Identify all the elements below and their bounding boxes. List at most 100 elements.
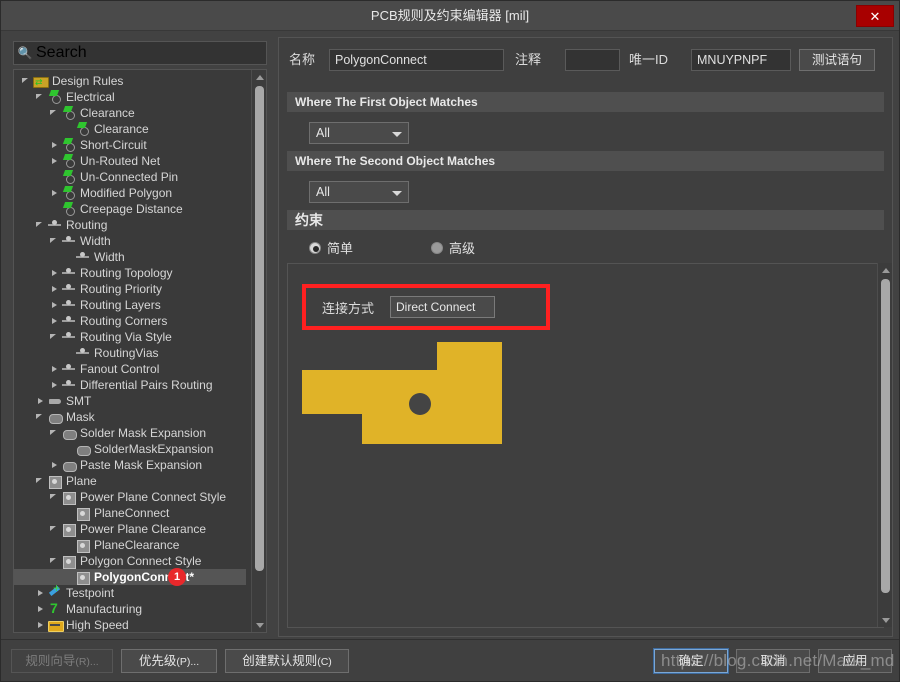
twisty-expanded-icon[interactable] [48, 521, 61, 537]
tree-item-smt[interactable]: SMT [14, 393, 246, 409]
twisty-expanded-icon[interactable] [48, 553, 61, 569]
close-icon[interactable]: ✕ [856, 5, 894, 27]
radio-simple[interactable]: 简单 [309, 238, 353, 257]
tree-item-creepage-distance[interactable]: Creepage Distance [14, 201, 246, 217]
connect-style-select[interactable]: Direct Connect [390, 296, 496, 318]
tree-item-electrical[interactable]: Electrical [14, 89, 246, 105]
scroll-down-icon[interactable] [252, 618, 266, 632]
radio-advanced[interactable]: 高级 [431, 238, 475, 257]
tree-item-design-rules[interactable]: Design Rules [14, 73, 246, 89]
twisty-expanded-icon[interactable] [48, 105, 61, 121]
twisty-collapsed-icon[interactable] [34, 617, 47, 632]
tree-item-polygon-connect-style[interactable]: Polygon Connect Style [14, 553, 246, 569]
apply-button[interactable]: 应用 [818, 649, 892, 673]
tree-item-label: Routing [66, 218, 108, 232]
tree-item-routing-corners[interactable]: Routing Corners [14, 313, 246, 329]
twisty-expanded-icon[interactable] [20, 73, 33, 89]
tree-item-polygonconnect[interactable]: PolygonConnect* 1 [14, 568, 246, 586]
routing-icon [75, 346, 91, 360]
tree-item-label: SolderMaskExpansion [94, 442, 214, 456]
tree-item-un-routed-net[interactable]: Un-Routed Net [14, 153, 246, 169]
twisty-collapsed-icon[interactable] [48, 265, 61, 281]
name-field[interactable]: PolygonConnect [329, 49, 504, 71]
create-default-rules-button[interactable]: 创建默认规则(C) [225, 649, 349, 673]
tree-scroll-thumb[interactable] [255, 86, 264, 571]
twisty-collapsed-icon[interactable] [48, 185, 61, 201]
twisty-collapsed-icon[interactable] [48, 377, 61, 393]
twisty-collapsed-icon[interactable] [48, 281, 61, 297]
tree-item-plane[interactable]: Plane [14, 473, 246, 489]
footer-bar: 规则向导(R)... 优先级(P)... 创建默认规则(C) 确定 取消 应用 [1, 639, 899, 681]
tree-item-high-speed[interactable]: High Speed [14, 617, 246, 632]
tree-scrollbar[interactable] [251, 70, 266, 632]
tree-item-short-circuit[interactable]: Short-Circuit [14, 137, 246, 153]
scroll-up-icon[interactable] [252, 70, 266, 84]
tree-item-width[interactable]: Width [14, 233, 246, 249]
tree-item-solder-mask-expansion[interactable]: Solder Mask Expansion [14, 425, 246, 441]
tree-item-un-connected-pin[interactable]: Un-Connected Pin [14, 169, 246, 185]
test-query-button[interactable]: 测试语句 [799, 49, 875, 71]
twisty-collapsed-icon[interactable] [34, 601, 47, 617]
tree-item-label: PlaneClearance [94, 538, 180, 552]
tree-item-testpoint[interactable]: Testpoint [14, 582, 246, 601]
twisty-collapsed-icon[interactable] [48, 313, 61, 329]
twisty-expanded-icon[interactable] [48, 329, 61, 345]
tree-item-label: Un-Connected Pin [80, 170, 179, 184]
first-object-scope-select[interactable]: All [309, 122, 409, 144]
electrical-icon [61, 186, 77, 200]
tree-item-clearance[interactable]: Clearance [14, 121, 246, 137]
tree-item-soldermaskexpansion[interactable]: SolderMaskExpansion [14, 441, 246, 457]
search-input[interactable]: 🔍 Search [13, 41, 267, 65]
twisty-expanded-icon[interactable] [34, 217, 47, 233]
tree-item-modified-polygon[interactable]: Modified Polygon [14, 185, 246, 201]
twisty-expanded-icon[interactable] [34, 473, 47, 489]
constraint-scroll-thumb[interactable] [881, 279, 890, 593]
rule-wizard-button[interactable]: 规则向导(R)... [11, 649, 113, 673]
twisty-expanded-icon[interactable] [48, 233, 61, 249]
tree-item-routing-topology[interactable]: Routing Topology [14, 265, 246, 281]
unique-id-field[interactable]: MNUYPNPF [691, 49, 791, 71]
design-rules-tree[interactable]: Design Rules Electrical Clearance Clearance… [13, 69, 267, 633]
twisty-collapsed-icon[interactable] [48, 153, 61, 169]
tree-item-routing-via-style[interactable]: Routing Via Style [14, 329, 246, 345]
comment-field[interactable] [565, 49, 620, 71]
tree-item-power-plane-connect-style[interactable]: Power Plane Connect Style [14, 489, 246, 505]
tree-item-paste-mask-expansion[interactable]: Paste Mask Expansion [14, 457, 246, 473]
twisty-collapsed-icon[interactable] [48, 297, 61, 313]
priority-button[interactable]: 优先级(P)... [121, 649, 217, 673]
twisty-collapsed-icon[interactable] [34, 393, 47, 409]
connect-style-row: 连接方式 Direct Connect [310, 292, 542, 322]
twisty-collapsed-icon[interactable] [48, 137, 61, 153]
tree-item-routing[interactable]: Routing [14, 217, 246, 233]
ok-button[interactable]: 确定 [653, 648, 729, 674]
chevron-down-icon [392, 132, 402, 137]
tree-item-planeclearance[interactable]: PlaneClearance [14, 537, 246, 553]
tree-item-routing-priority[interactable]: Routing Priority [14, 281, 246, 297]
scroll-down-icon[interactable] [878, 613, 893, 627]
tree-item-fanout-control[interactable]: Fanout Control [14, 361, 246, 377]
tree-item-clearance[interactable]: Clearance [14, 105, 246, 121]
cancel-button[interactable]: 取消 [736, 649, 810, 673]
twisty-collapsed-icon[interactable] [48, 457, 61, 473]
tree-item-manufacturing[interactable]: Manufacturing [14, 601, 246, 617]
twisty-expanded-icon[interactable] [34, 89, 47, 105]
tree-item-mask[interactable]: Mask [14, 409, 246, 425]
tree-item-routingvias[interactable]: RoutingVias [14, 345, 246, 361]
twisty-expanded-icon[interactable] [34, 409, 47, 425]
twisty-collapsed-icon[interactable] [48, 361, 61, 377]
constraint-scrollbar[interactable] [877, 263, 892, 627]
priority-hint: (P)... [176, 656, 200, 668]
twisty-expanded-icon[interactable] [48, 489, 61, 505]
tree-item-width[interactable]: Width [14, 249, 246, 265]
tree-item-power-plane-clearance[interactable]: Power Plane Clearance [14, 521, 246, 537]
tree-item-label: Clearance [80, 106, 135, 120]
tree-item-label: Routing Via Style [80, 330, 172, 344]
tree-item-routing-layers[interactable]: Routing Layers [14, 297, 246, 313]
twisty-collapsed-icon[interactable] [34, 585, 47, 601]
tree-item-planeconnect[interactable]: PlaneConnect [14, 505, 246, 521]
scroll-up-icon[interactable] [878, 263, 893, 277]
twisty-expanded-icon[interactable] [48, 425, 61, 441]
second-object-scope-select[interactable]: All [309, 181, 409, 203]
tree-item-differential-pairs-routing[interactable]: Differential Pairs Routing [14, 377, 246, 393]
first-object-scope-value: All [316, 126, 330, 140]
